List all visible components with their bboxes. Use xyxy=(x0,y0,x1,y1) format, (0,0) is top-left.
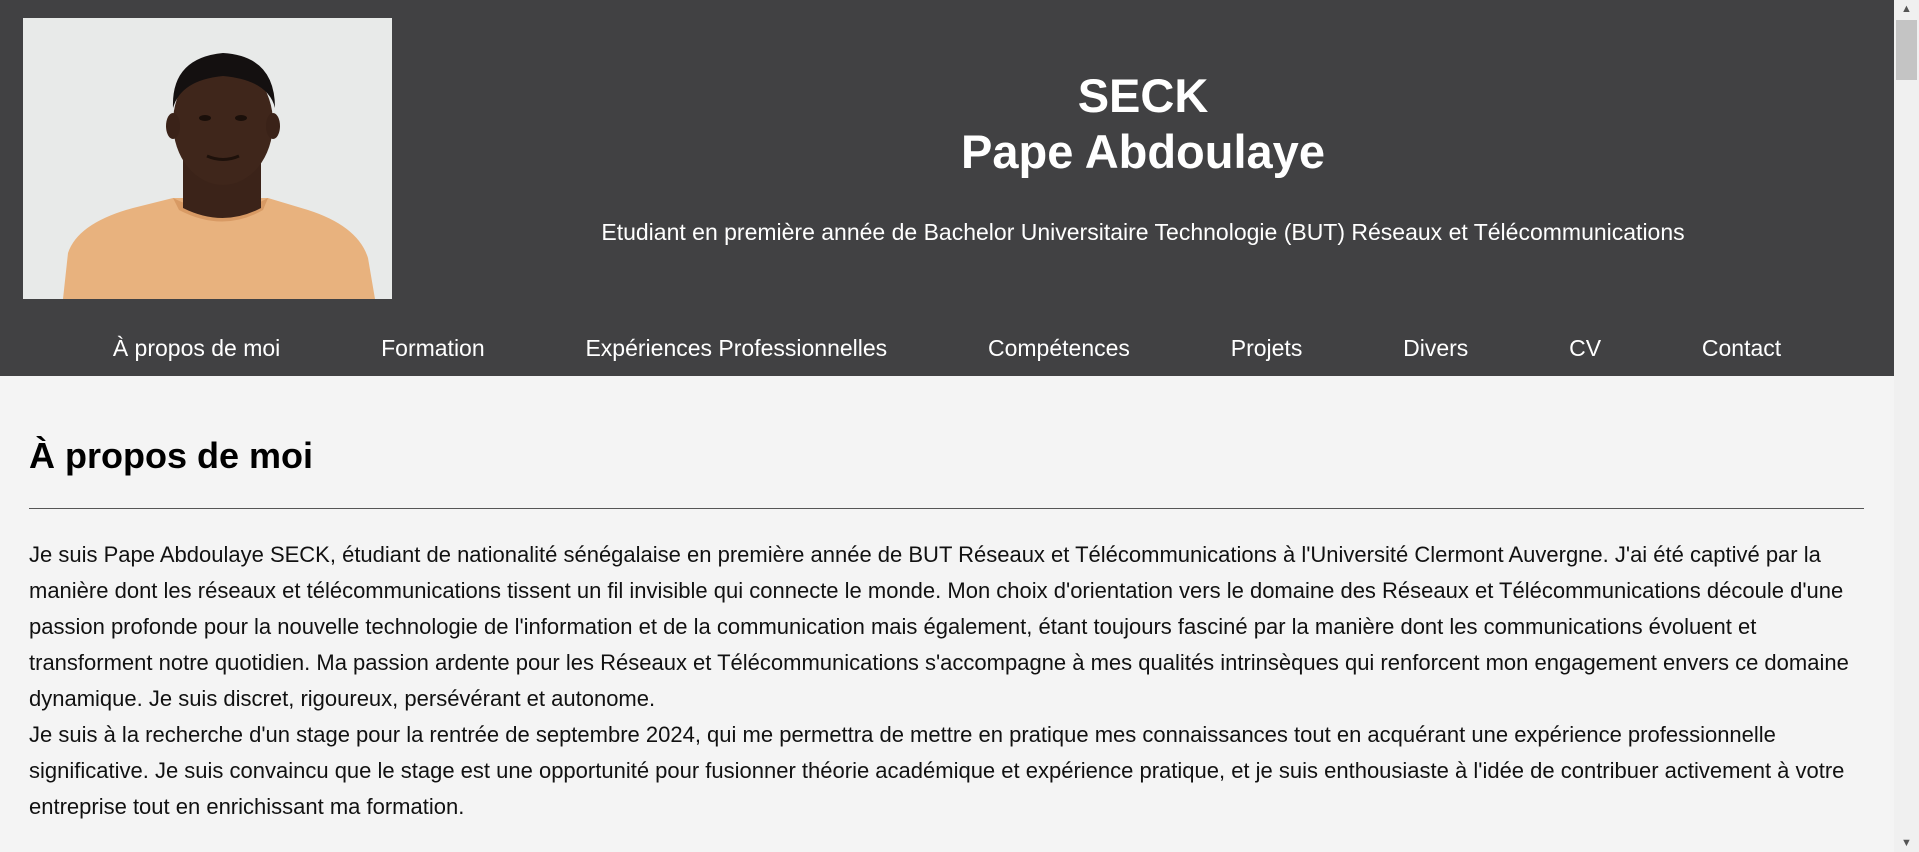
site-header: SECK Pape Abdoulaye Etudiant en première… xyxy=(0,0,1894,376)
header-subtitle: Etudiant en première année de Bachelor U… xyxy=(601,219,1685,245)
nav-item-competences[interactable]: Compétences xyxy=(988,335,1130,362)
about-section: À propos de moi Je suis Pape Abdoulaye S… xyxy=(29,376,1864,825)
nav-item-about[interactable]: À propos de moi xyxy=(113,335,280,362)
main-nav: À propos de moi Formation Expériences Pr… xyxy=(0,320,1894,376)
scrollbar-thumb[interactable] xyxy=(1896,20,1917,80)
section-divider xyxy=(29,508,1864,509)
page: SECK Pape Abdoulaye Etudiant en première… xyxy=(0,0,1919,852)
about-paragraph-1: Je suis Pape Abdoulaye SECK, étudiant de… xyxy=(29,542,1849,711)
nav-item-contact[interactable]: Contact xyxy=(1702,335,1781,362)
scroll-down-arrow-icon[interactable]: ▼ xyxy=(1894,834,1919,852)
about-paragraph-2: Je suis à la recherche d'un stage pour l… xyxy=(29,722,1845,819)
first-name: Pape Abdoulaye xyxy=(961,125,1325,178)
nav-item-cv[interactable]: CV xyxy=(1569,335,1601,362)
scroll-up-arrow-icon[interactable]: ▲ xyxy=(1894,0,1919,18)
last-name: SECK xyxy=(1077,69,1209,122)
nav-item-experiences[interactable]: Expériences Professionnelles xyxy=(585,335,887,362)
nav-item-formation[interactable]: Formation xyxy=(381,335,485,362)
profile-photo-image xyxy=(23,18,392,299)
about-heading: À propos de moi xyxy=(29,435,314,476)
vertical-scrollbar[interactable]: ▲ ▼ xyxy=(1894,0,1919,852)
profile-photo xyxy=(23,18,392,299)
nav-item-projets[interactable]: Projets xyxy=(1231,335,1303,362)
header-title-block: SECK Pape Abdoulaye Etudiant en première… xyxy=(392,68,1894,246)
nav-item-divers[interactable]: Divers xyxy=(1403,335,1468,362)
main-area: SECK Pape Abdoulaye Etudiant en première… xyxy=(0,0,1894,852)
